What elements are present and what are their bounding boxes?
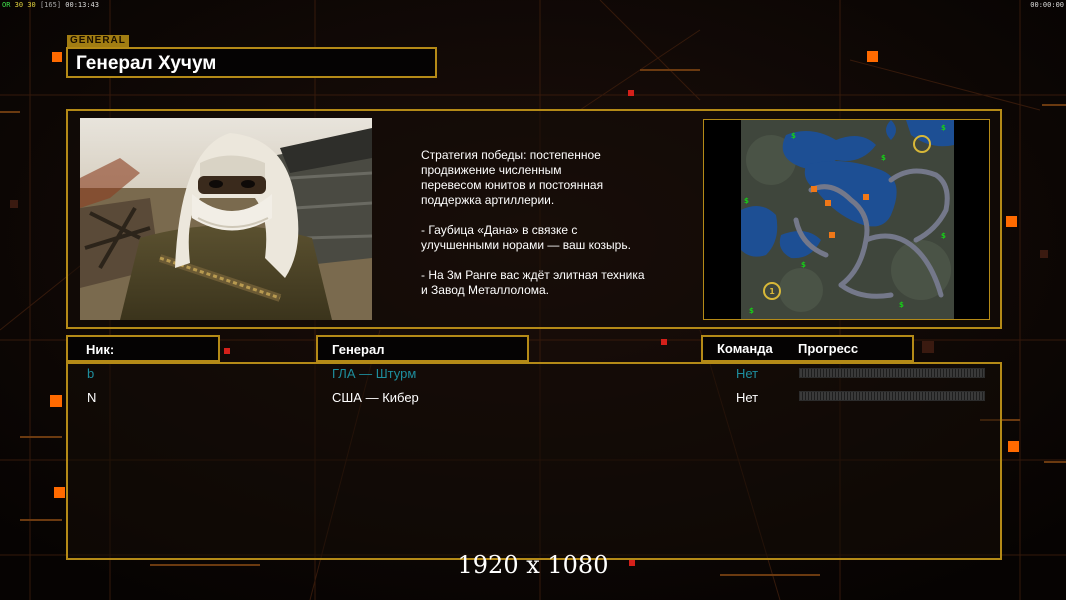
player-team: Нет (736, 366, 759, 381)
player-team: Нет (736, 390, 759, 405)
player-nick: N (87, 390, 97, 405)
nick-header: Ник: (86, 342, 115, 357)
svg-text:$: $ (881, 154, 886, 162)
svg-text:$: $ (744, 197, 749, 205)
svg-text:$: $ (801, 261, 806, 269)
minimap-start-marker: 1 (769, 287, 775, 296)
player-nick: b (87, 366, 95, 381)
frame-count: [165] (39, 1, 62, 9)
player-progress-bar (799, 391, 985, 401)
fps-overlay: OR 30 30 [165] 00:13:43 (2, 1, 99, 9)
svg-text:$: $ (899, 301, 904, 309)
general-title: Генерал Хучум (76, 53, 217, 74)
clock: 00:00:00 (1030, 1, 1064, 9)
progress-header: Прогресс (798, 341, 859, 356)
team-header: Команда (717, 341, 773, 356)
minimap[interactable]: $ $ $ $ $ $ $ $ 1 (741, 120, 954, 319)
svg-text:$: $ (941, 124, 946, 132)
svg-text:$: $ (791, 132, 796, 140)
fps-value-2: 30 (27, 1, 36, 9)
resolution-caption: 1920 x 1080 (457, 551, 609, 579)
general-portrait (80, 118, 372, 320)
player-general: ГЛА — Штурм (332, 366, 417, 381)
player-progress-bar (799, 368, 985, 378)
fps-label: OR (2, 1, 11, 9)
elapsed-time: 00:13:43 (65, 1, 99, 9)
general-tag: GENERAL (67, 35, 129, 47)
svg-text:$: $ (749, 307, 754, 315)
general-header: Генерал (332, 342, 385, 357)
fps-value-1: 30 (14, 1, 24, 9)
svg-text:$: $ (941, 232, 946, 240)
player-general: США — Кибер (332, 390, 419, 405)
general-description: Стратегия победы: постепенное продвижени… (421, 148, 645, 297)
